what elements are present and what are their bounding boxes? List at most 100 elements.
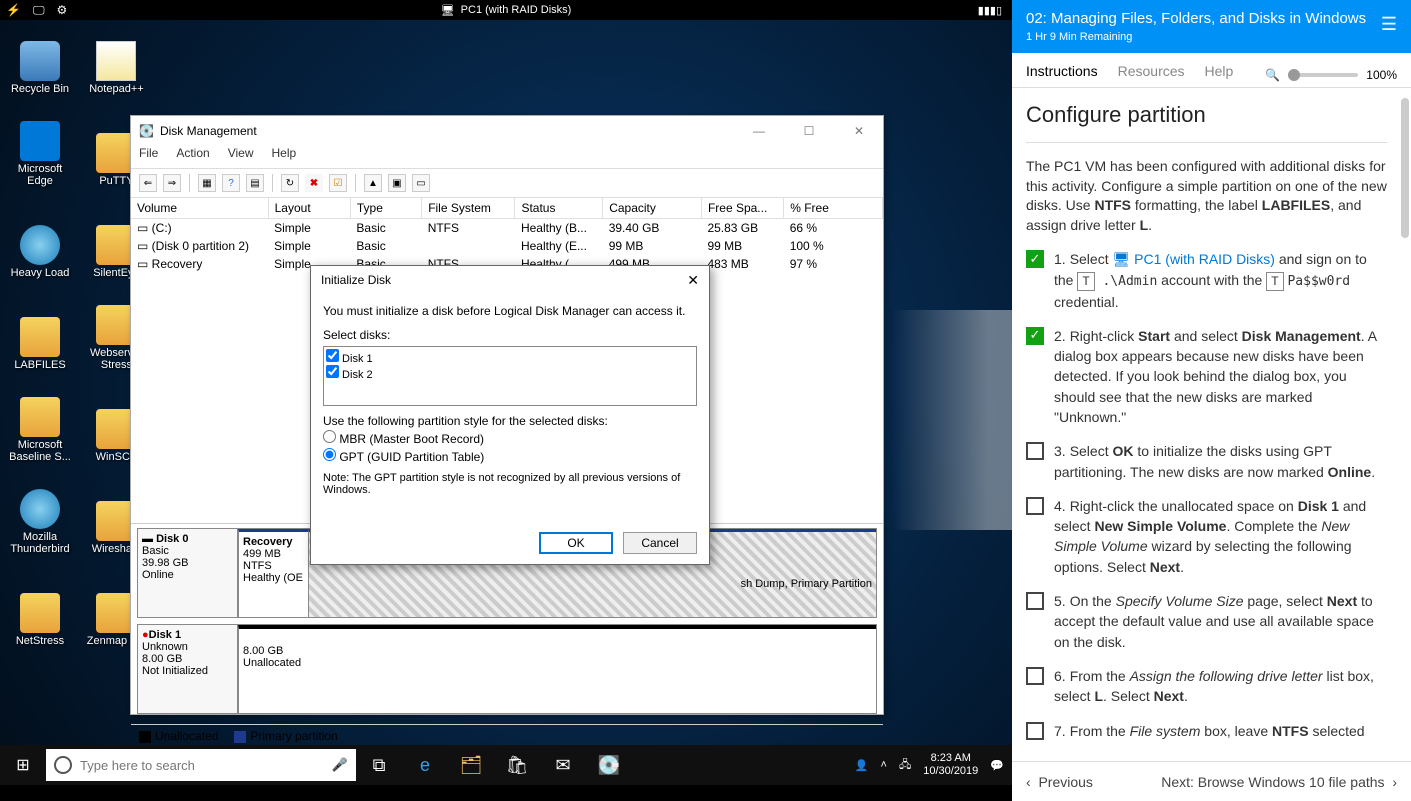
tab-help[interactable]: Help [1205, 63, 1234, 87]
clock[interactable]: 8:23 AM 10/30/2019 [923, 752, 978, 778]
step-3: 3.Select OK to initialize the disks usin… [1026, 441, 1387, 482]
step-2: ✓2.Right-click Start and select Disk Man… [1026, 326, 1387, 427]
help-icon[interactable]: ? [222, 174, 240, 192]
search-box[interactable]: Type here to search 🎤 [46, 749, 356, 781]
col-header[interactable]: Free Spa... [701, 198, 783, 219]
col-header[interactable]: % Free [784, 198, 883, 219]
initialize-disk-dialog[interactable]: Initialize Disk ✕ You must initialize a … [310, 265, 710, 565]
gear-icon[interactable]: ⚙ [57, 3, 68, 17]
desktop-icon[interactable]: LABFILES [5, 301, 75, 371]
desktop-icon[interactable]: NetStress [5, 577, 75, 647]
desktop-icon[interactable]: Microsoft Edge [5, 117, 75, 187]
taskview-icon[interactable]: ⧉ [356, 745, 402, 785]
dm-legend: Unallocated Primary partition [131, 724, 883, 747]
back-icon[interactable]: ⇐ [139, 174, 157, 192]
col-header[interactable]: File System [422, 198, 515, 219]
step-checkbox[interactable] [1026, 667, 1044, 685]
start-button[interactable]: ⊞ [0, 745, 46, 785]
desktop-icon[interactable]: Notepad++ [81, 25, 151, 95]
prev-button[interactable]: ‹ Previous [1026, 774, 1093, 790]
explorer-icon[interactable]: 🗂 [448, 745, 494, 785]
desktop-icon[interactable]: Recycle Bin [5, 25, 75, 95]
gpt-radio[interactable]: GPT (GUID Partition Table) [323, 448, 697, 464]
tool-icon[interactable]: ▲ [364, 174, 382, 192]
zoom-value: 100% [1366, 68, 1397, 82]
dm-toolbar: ⇐ ⇒ ▦ ? ▤ ↻ ✖ ☑ ▲ ▣ ▭ [131, 168, 883, 198]
step-5: 5.On the Specify Volume Size page, selec… [1026, 591, 1387, 652]
minimize-button[interactable]: — [743, 124, 775, 138]
mic-icon[interactable]: 🎤 [332, 757, 348, 773]
col-header[interactable]: Status [515, 198, 603, 219]
step-checkbox[interactable]: ✓ [1026, 327, 1044, 345]
col-header[interactable]: Volume [131, 198, 268, 219]
close-icon[interactable]: ✕ [687, 272, 699, 289]
menu-file[interactable]: File [139, 146, 158, 168]
menu-view[interactable]: View [228, 146, 254, 168]
edge-icon[interactable]: e [402, 745, 448, 785]
menu-icon[interactable]: ☰ [1381, 14, 1397, 35]
tray-up-icon[interactable]: ˄ [881, 759, 887, 771]
menu-help[interactable]: Help [272, 146, 297, 168]
signal-icon: ▮▮▮▯ [978, 4, 1002, 17]
col-header[interactable]: Layout [268, 198, 350, 219]
desktop-icon[interactable]: Microsoft Baseline S... [5, 393, 75, 463]
disk-checkbox[interactable]: Disk 1 [326, 349, 694, 365]
monitor-icon[interactable]: 🖵 [33, 3, 45, 18]
disk-checkbox[interactable]: Disk 2 [326, 365, 694, 381]
people-icon[interactable]: 👤 [855, 759, 869, 772]
notifications-icon[interactable]: 💬 [990, 759, 1004, 772]
time-remaining: 1 Hr 9 Min Remaining [1026, 31, 1397, 43]
maximize-button[interactable]: ☐ [793, 124, 825, 138]
disk-select-list[interactable]: Disk 1 Disk 2 [323, 346, 697, 406]
pin-icon[interactable]: ⚡ [6, 3, 21, 17]
tab-resources[interactable]: Resources [1118, 63, 1185, 87]
dm-icon: 💽 [139, 124, 154, 138]
tab-instructions[interactable]: Instructions [1026, 63, 1098, 87]
mbr-radio[interactable]: MBR (Master Boot Record) [323, 430, 697, 446]
step-7: 7.From the File system box, leave NTFS s… [1026, 721, 1387, 741]
tray-net-icon[interactable]: 🖧 [899, 756, 911, 775]
instructions-panel: 02: Managing Files, Folders, and Disks i… [1012, 0, 1411, 801]
next-button[interactable]: Next: Browse Windows 10 file paths › [1161, 774, 1397, 790]
mail-icon[interactable]: ✉ [540, 745, 586, 785]
step-checkbox[interactable] [1026, 722, 1044, 740]
lab-title: 02: Managing Files, Folders, and Disks i… [1026, 10, 1397, 27]
desktop-icon[interactable]: Mozilla Thunderbird [5, 485, 75, 555]
refresh-icon[interactable]: ↻ [281, 174, 299, 192]
vm-title: 🖥 PC1 (with RAID Disks) [441, 4, 572, 17]
tool-icon[interactable]: ▤ [246, 174, 264, 192]
col-header[interactable]: Type [350, 198, 421, 219]
col-header[interactable]: Capacity [603, 198, 702, 219]
vm-top-bar: ⚡ 🖵 ⚙ 🖥 PC1 (with RAID Disks) ▮▮▮▯ [0, 0, 1012, 20]
ok-button[interactable]: OK [539, 532, 613, 554]
volume-row[interactable]: ▭ (C:)SimpleBasicNTFSHealthy (B...39.40 … [131, 219, 883, 238]
close-button[interactable]: ✕ [843, 124, 875, 138]
dialog-title: Initialize Disk [321, 273, 391, 287]
menu-action[interactable]: Action [176, 146, 209, 168]
step-checkbox[interactable]: ✓ [1026, 250, 1044, 268]
tool-icon[interactable]: ▦ [198, 174, 216, 192]
disk-1-row[interactable]: ●Disk 1 Unknown 8.00 GB Not Initialized … [137, 624, 877, 714]
step-4: 4.Right-click the unallocated space on D… [1026, 496, 1387, 577]
zoom-slider[interactable] [1288, 73, 1358, 77]
step-checkbox[interactable] [1026, 497, 1044, 515]
taskbar[interactable]: ⊞ Type here to search 🎤 ⧉ e 🗂 🛍 ✉ 💽 👤 ˄ … [0, 745, 1012, 785]
search-icon[interactable]: 🔍 [1265, 68, 1280, 82]
desktop-icon[interactable]: Heavy Load [5, 209, 75, 279]
step-checkbox[interactable] [1026, 442, 1044, 460]
section-title: Configure partition [1026, 102, 1387, 128]
check-icon[interactable]: ☑ [329, 174, 347, 192]
delete-icon[interactable]: ✖ [305, 174, 323, 192]
dm-taskbar-icon[interactable]: 💽 [586, 745, 632, 785]
desktop[interactable]: ⚡ 🖵 ⚙ 🖥 PC1 (with RAID Disks) ▮▮▮▯ Recyc… [0, 0, 1012, 745]
tool-icon[interactable]: ▣ [388, 174, 406, 192]
intro-text: The PC1 VM has been configured with addi… [1026, 157, 1387, 235]
volume-row[interactable]: ▭ (Disk 0 partition 2)SimpleBasicHealthy… [131, 237, 883, 255]
cancel-button[interactable]: Cancel [623, 532, 697, 554]
fwd-icon[interactable]: ⇒ [163, 174, 181, 192]
instructions-body[interactable]: Configure partition The PC1 VM has been … [1012, 88, 1411, 761]
store-icon[interactable]: 🛍 [494, 745, 540, 785]
tool-icon[interactable]: ▭ [412, 174, 430, 192]
step-6: 6.From the Assign the following drive le… [1026, 666, 1387, 707]
step-checkbox[interactable] [1026, 592, 1044, 610]
